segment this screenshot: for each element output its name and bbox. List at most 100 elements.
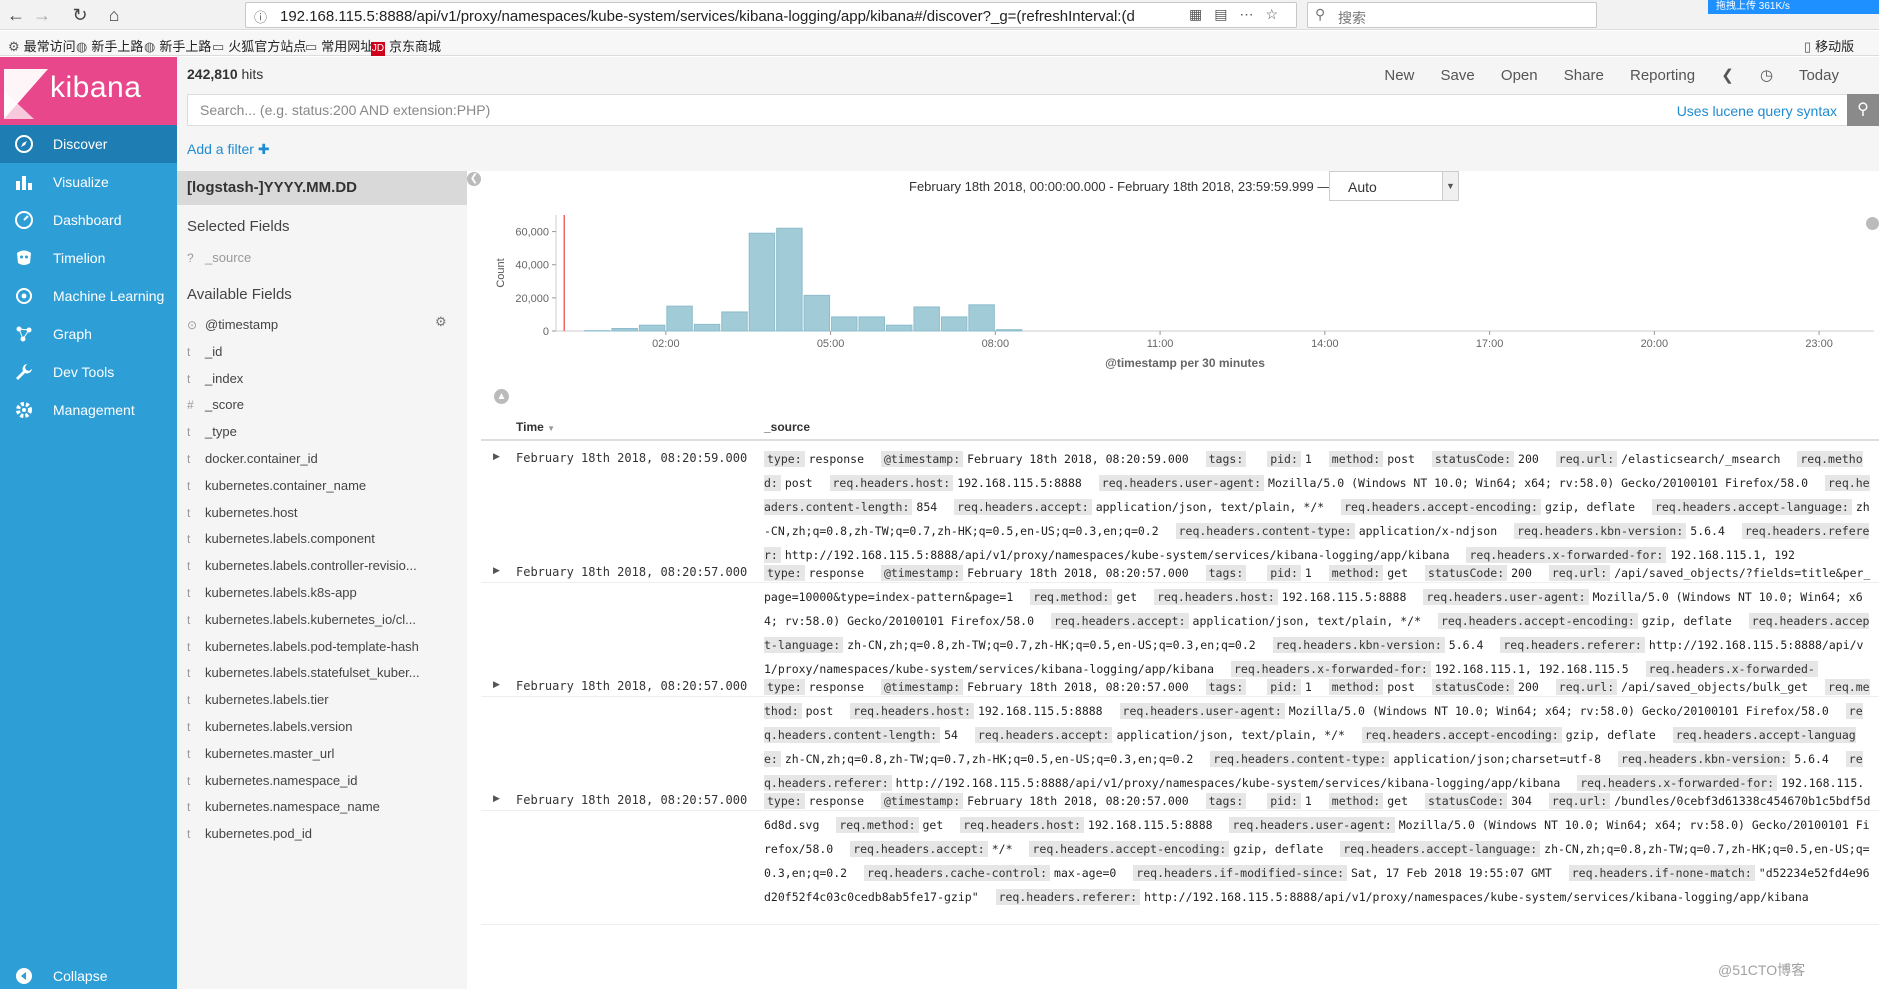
field-item[interactable]: tkubernetes.pod_id — [187, 826, 457, 856]
sort-down-icon: ▼ — [547, 424, 555, 433]
forward-icon[interactable]: → — [30, 3, 54, 27]
mobile-bookmark[interactable]: ▯移动版 — [1804, 36, 1854, 55]
field-item[interactable]: ⊙@timestamp — [187, 317, 457, 347]
histogram-chart[interactable]: 020,00040,00060,000 02:0005:0008:0011:00… — [481, 207, 1879, 382]
field-item[interactable]: tkubernetes.labels.k8s-app — [187, 585, 457, 615]
chevron-right-icon[interactable]: ▶ — [493, 679, 500, 690]
field-type-icon: t — [187, 506, 205, 520]
browser-search-field[interactable]: ⚲ 搜索 — [1307, 2, 1597, 28]
kibana-logo[interactable]: kibana — [0, 57, 177, 125]
search-button[interactable]: ⚲ — [1847, 94, 1879, 126]
nav-management[interactable]: Management — [0, 391, 177, 429]
field-item[interactable]: tkubernetes.namespace_id — [187, 773, 457, 803]
reload-icon[interactable]: ↻ — [68, 3, 92, 27]
chevron-left-icon[interactable]: ❮ — [1721, 67, 1734, 84]
field-item[interactable]: ?_source — [187, 250, 457, 280]
chevron-right-icon[interactable]: ▶ — [493, 565, 500, 576]
histogram-bar[interactable] — [914, 307, 939, 331]
bookmark-item[interactable]: ⚙最常访问 — [8, 36, 76, 55]
field-item[interactable]: t_id — [187, 344, 457, 374]
nav-machine-learning[interactable]: Machine Learning — [0, 277, 177, 315]
wrench-icon — [15, 363, 33, 381]
menu-open[interactable]: Open — [1501, 67, 1538, 84]
menu-reporting[interactable]: Reporting — [1630, 67, 1695, 84]
nav-dashboard[interactable]: Dashboard — [0, 201, 177, 239]
table-row[interactable]: ▶February 18th 2018, 08:20:57.000type:re… — [481, 789, 1879, 925]
nav-timelion[interactable]: Timelion — [0, 239, 177, 277]
bookmark-item[interactable]: ◍新手上路 — [76, 36, 143, 55]
back-icon[interactable]: ← — [4, 3, 28, 27]
compass-icon — [15, 135, 33, 153]
menu-new[interactable]: New — [1384, 67, 1414, 84]
info-icon[interactable]: ⓘ — [254, 7, 267, 26]
index-pattern-selector[interactable]: [logstash-]YYYY.MM.DD — [177, 171, 467, 205]
field-type-icon: ? — [187, 251, 205, 265]
nav-graph[interactable]: Graph — [0, 315, 177, 353]
histogram-bar[interactable] — [667, 306, 692, 331]
query-input[interactable] — [187, 94, 1859, 126]
chevron-right-icon[interactable]: ▶ — [493, 793, 500, 804]
menu-save[interactable]: Save — [1441, 67, 1475, 84]
chevron-left-icon[interactable]: ❮ — [467, 172, 481, 186]
source-key: req.headers.referer: — [1500, 637, 1644, 653]
nav-collapse[interactable]: Collapse — [0, 957, 177, 995]
nav-discover[interactable]: Discover — [0, 125, 177, 163]
add-filter-link[interactable]: Add a filter ✚ — [187, 141, 270, 158]
field-item[interactable]: tkubernetes.master_url — [187, 746, 457, 776]
histogram-bar[interactable] — [722, 312, 747, 331]
field-item[interactable]: tdocker.container_id — [187, 451, 457, 481]
histogram-bar[interactable] — [612, 329, 637, 331]
source-key: req.headers.accept-language: — [1340, 841, 1540, 857]
interval-select[interactable]: Auto ▼ — [1329, 171, 1459, 201]
field-item[interactable]: tkubernetes.labels.statefulset_kuber... — [187, 665, 457, 695]
chevron-right-icon[interactable]: ▶ — [493, 451, 500, 462]
source-value: 192.168.115.5:8888 — [978, 704, 1103, 718]
field-item[interactable]: t_type — [187, 424, 457, 454]
field-item[interactable]: tkubernetes.namespace_name — [187, 799, 457, 829]
histogram-bar[interactable] — [777, 228, 802, 331]
chevron-up-icon[interactable]: ▲ — [494, 389, 509, 404]
field-name: docker.container_id — [205, 451, 318, 466]
histogram-bar[interactable] — [639, 325, 664, 331]
histogram-bar[interactable] — [804, 295, 829, 331]
histogram-bar[interactable] — [859, 317, 884, 331]
field-item[interactable]: tkubernetes.labels.tier — [187, 692, 457, 722]
field-item[interactable]: tkubernetes.host — [187, 505, 457, 535]
histogram-bar[interactable] — [887, 325, 912, 331]
histogram-bars[interactable] — [584, 228, 1021, 331]
nav-dev-tools[interactable]: Dev Tools — [0, 353, 177, 391]
histogram-bar[interactable] — [969, 305, 994, 331]
url-bar[interactable]: ⓘ 192.168.115.5:8888/api/v1/proxy/namesp… — [245, 2, 1297, 28]
bookmark-item[interactable]: JD京东商城 — [371, 36, 441, 56]
histogram-bar[interactable] — [996, 330, 1021, 331]
field-item[interactable]: tkubernetes.container_name — [187, 478, 457, 508]
column-time[interactable]: Time ▼ — [516, 420, 555, 434]
time-picker[interactable]: ◷ Today — [1760, 67, 1861, 84]
field-item[interactable]: t_index — [187, 371, 457, 401]
field-item[interactable]: tkubernetes.labels.kubernetes_io/cl... — [187, 612, 457, 642]
field-type-icon: t — [187, 372, 205, 386]
field-item[interactable]: tkubernetes.labels.controller-revisio... — [187, 558, 457, 588]
histogram-bar[interactable] — [941, 317, 966, 331]
field-type-icon: t — [187, 666, 205, 680]
field-item[interactable]: tkubernetes.labels.pod-template-hash — [187, 639, 457, 669]
menu-share[interactable]: Share — [1564, 67, 1604, 84]
source-key: req.headers.accept: — [954, 499, 1092, 515]
histogram-bar[interactable] — [694, 324, 719, 331]
source-key: req.headers.user-agent: — [1423, 589, 1588, 605]
histogram-bar[interactable] — [832, 317, 857, 331]
field-item[interactable]: #_score — [187, 397, 457, 427]
field-item[interactable]: tkubernetes.labels.version — [187, 719, 457, 749]
histogram-bar[interactable] — [749, 233, 774, 331]
field-item[interactable]: tkubernetes.labels.component — [187, 531, 457, 561]
lucene-syntax-link[interactable]: Uses lucene query syntax — [1677, 103, 1837, 119]
bookmark-item[interactable]: ▭常用网址 — [305, 36, 373, 55]
source-key: req.headers.kbn-version: — [1273, 637, 1445, 653]
bookmark-item[interactable]: ◍新手上路 — [144, 36, 211, 55]
bookmark-item[interactable]: ▭火狐官方站点 — [212, 36, 306, 55]
home-icon[interactable]: ⌂ — [102, 3, 126, 27]
x-tick-label: 20:00 — [1641, 338, 1669, 350]
url-action-icons[interactable]: ▦▤⋯☆ — [1189, 6, 1290, 23]
nav-visualize[interactable]: Visualize — [0, 163, 177, 201]
source-value: 5.6.4 — [1794, 752, 1829, 766]
